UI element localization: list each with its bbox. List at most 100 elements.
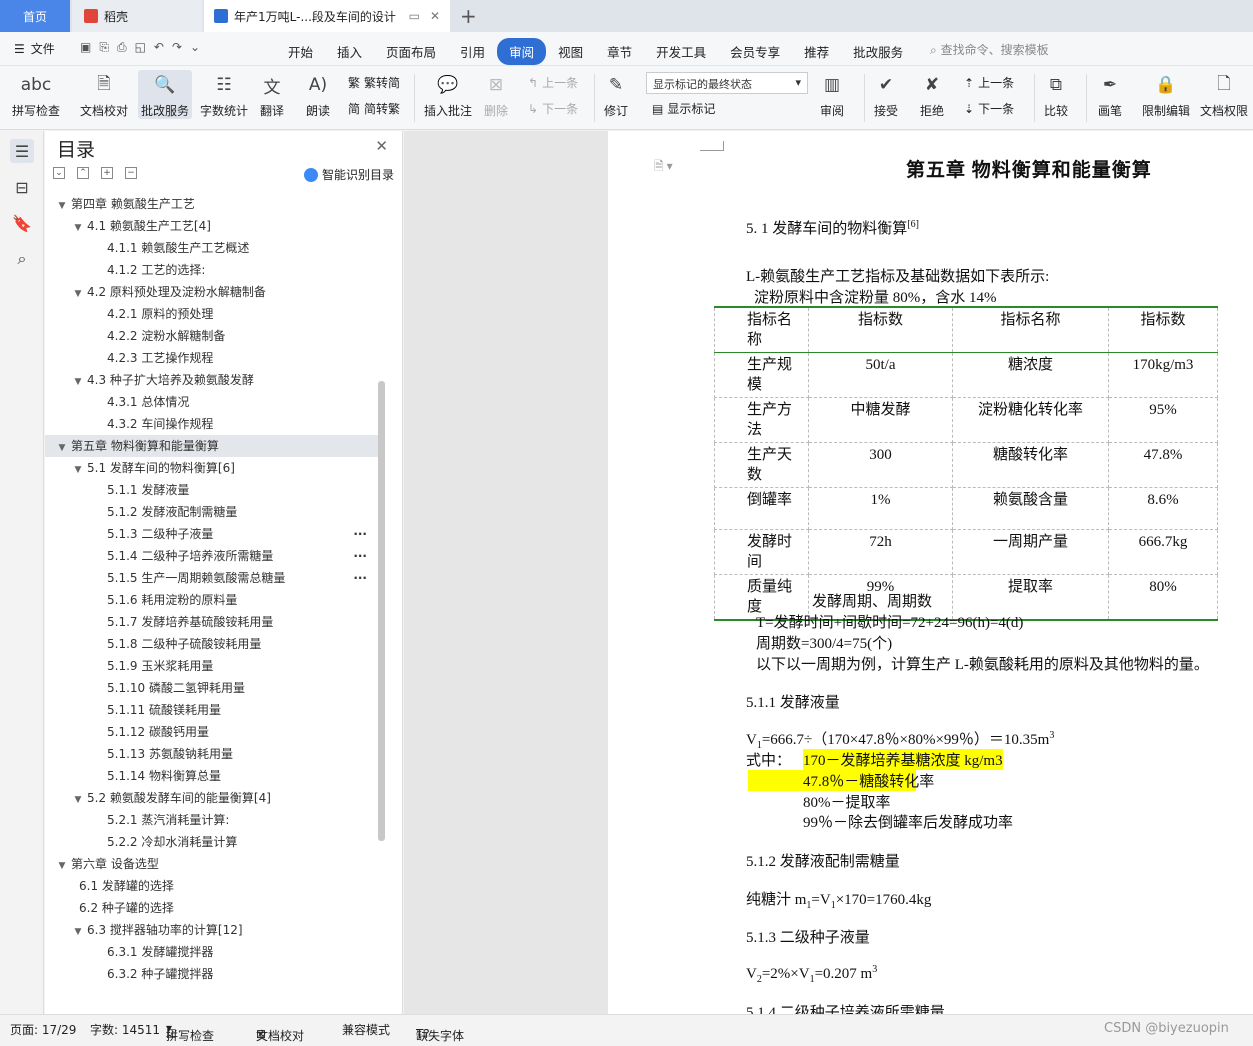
ribbon-tab[interactable]: 批改服务 xyxy=(841,38,915,65)
toc-item[interactable]: 5.1.8 二级种子硫酸铵耗用量 xyxy=(45,633,385,655)
chevron-down-icon[interactable]: ▼ xyxy=(55,855,69,877)
status-spell-check[interactable]: ☑ 拼写检查 ▾ xyxy=(166,1021,214,1043)
toc-item[interactable]: 6.3.1 发酵罐搅拌器 xyxy=(45,941,385,963)
chevron-down-icon[interactable]: ▼ xyxy=(71,789,85,811)
tab-home[interactable]: 首页 xyxy=(0,0,70,32)
chapter-nav-icon[interactable]: ⊟ xyxy=(10,175,34,199)
toc-item[interactable]: 5.1.13 苏氨酸钠耗用量 xyxy=(45,743,385,765)
tab-document[interactable]: 年产1万吨L-...段及车间的设计 ▭ ✕ xyxy=(204,0,450,32)
show-markup-button[interactable]: ▤ 显示标记 xyxy=(652,100,715,117)
restrict-edit-button[interactable]: 🔒 限制编辑 xyxy=(1142,70,1190,119)
toc-item[interactable]: 4.1.2 工艺的选择: xyxy=(45,259,385,281)
read-aloud-button[interactable]: A) 朗读 xyxy=(304,70,332,119)
print-icon[interactable]: ⎙ xyxy=(117,40,127,55)
remove-icon[interactable]: − xyxy=(125,167,137,179)
command-search[interactable]: ⌕ 查找命令、搜索模板 xyxy=(930,41,1049,58)
compare-button[interactable]: ⧉ 比较 xyxy=(1042,70,1070,119)
delete-comment-button[interactable]: ⊠ 删除 xyxy=(482,70,510,119)
page-indicator[interactable]: 页面: 17/29 xyxy=(10,1021,76,1038)
prev-comment-button[interactable]: ↰ 上一条 xyxy=(528,74,578,91)
word-count-indicator[interactable]: 字数: 14511 xyxy=(90,1021,160,1038)
toc-item[interactable]: 6.1 发酵罐的选择 xyxy=(45,875,385,897)
close-icon[interactable]: ✕ xyxy=(430,9,440,23)
undo-icon[interactable]: ↶ xyxy=(154,40,164,55)
chevron-down-icon[interactable]: ▼ xyxy=(71,371,85,393)
toc-item[interactable]: 5.2.1 蒸汽消耗量计算: xyxy=(45,809,385,831)
spell-check-button[interactable]: abc 拼写检查 xyxy=(12,70,60,119)
to-traditional-button[interactable]: 繁繁转简 xyxy=(348,74,400,91)
search-icon[interactable]: ⌕ xyxy=(10,247,34,271)
toc-item[interactable]: 4.2.3 工艺操作规程 xyxy=(45,347,385,369)
toc-item[interactable]: ▼ 第六章 设备选型 xyxy=(45,853,385,875)
preview-icon[interactable]: ◱ xyxy=(135,40,146,55)
toc-item[interactable]: ▼ 第四章 赖氨酸生产工艺 xyxy=(45,193,385,215)
correct-service-button[interactable]: 🔍 批改服务 xyxy=(138,70,192,119)
chevron-down-icon[interactable]: ▼ xyxy=(71,283,85,305)
toc-item[interactable]: 4.2.1 原料的预处理 xyxy=(45,303,385,325)
toc-item[interactable]: ▼ 4.1 赖氨酸生产工艺[4] xyxy=(45,215,385,237)
toc-item[interactable]: 4.1.1 赖氨酸生产工艺概述 xyxy=(45,237,385,259)
toc-item[interactable]: ▼ 4.3 种子扩大培养及赖氨酸发酵 xyxy=(45,369,385,391)
reject-button[interactable]: ✘ 拒绝 xyxy=(918,70,946,119)
toc-item[interactable]: ▼ 5.1 发酵车间的物料衡算[6] xyxy=(45,457,385,479)
toc-item[interactable]: 5.1.11 硫酸镁耗用量 xyxy=(45,699,385,721)
insert-comment-button[interactable]: 💬 插入批注 xyxy=(424,70,472,119)
toc-item[interactable]: 4.3.2 车间操作规程 xyxy=(45,413,385,435)
page-icon[interactable]: 🗎 ▾ xyxy=(654,157,673,178)
more-icon[interactable]: ··· xyxy=(353,567,367,589)
chevron-down-icon[interactable]: ▼ xyxy=(55,437,69,459)
save-icon[interactable]: ▣ xyxy=(80,40,91,55)
toc-item[interactable]: ▼ 4.2 原料预处理及淀粉水解糖制备 xyxy=(45,281,385,303)
chevron-down-icon[interactable]: ▼ xyxy=(55,195,69,217)
more-icon[interactable]: ··· xyxy=(353,545,367,567)
ribbon-tab[interactable]: 会员专享 xyxy=(718,38,792,65)
toc-item[interactable]: 5.2.2 冷却水消耗量计算 xyxy=(45,831,385,853)
add-icon[interactable]: + xyxy=(101,167,113,179)
revise-button[interactable]: ✎ 修订 xyxy=(602,70,630,119)
toc-scrollbar[interactable] xyxy=(378,381,385,841)
doc-permission-button[interactable]: 🗋 文档权限 xyxy=(1200,70,1248,119)
tab-docer[interactable]: 稻壳 xyxy=(72,0,202,32)
ribbon-tab[interactable]: 章节 xyxy=(595,38,644,65)
collapse-icon[interactable]: ⌄ xyxy=(53,167,65,179)
bookmark-icon[interactable]: 🔖 xyxy=(10,211,34,235)
chevron-down-icon[interactable]: ▼ xyxy=(71,921,85,943)
accept-button[interactable]: ✔ 接受 xyxy=(872,70,900,119)
markup-state-select[interactable]: 显示标记的最终状态 ▾ xyxy=(646,72,808,94)
next-change-button[interactable]: ⇣ 下一条 xyxy=(964,100,1014,117)
toc-item[interactable]: 4.2.2 淀粉水解糖制备 xyxy=(45,325,385,347)
screen-icon[interactable]: ▭ xyxy=(409,9,420,23)
ribbon-tab[interactable]: 引用 xyxy=(448,38,497,65)
ribbon-tab[interactable]: 开始 xyxy=(276,38,325,65)
toc-item[interactable]: 5.1.6 耗用淀粉的原料量 xyxy=(45,589,385,611)
chevron-down-icon[interactable]: ⌄ xyxy=(190,40,200,55)
toc-item[interactable]: 5.1.10 磷酸二氢钾耗用量 xyxy=(45,677,385,699)
new-tab-icon[interactable]: + xyxy=(460,4,477,28)
translate-button[interactable]: 文翻译 xyxy=(258,70,286,119)
more-icon[interactable]: ··· xyxy=(353,523,367,545)
chevron-down-icon[interactable]: ▼ xyxy=(71,217,85,239)
toc-item[interactable]: 5.1.1 发酵液量 xyxy=(45,479,385,501)
ribbon-tab[interactable]: 推荐 xyxy=(792,38,841,65)
document-page[interactable]: 🗎 ▾ 第五章 物料衡算和能量衡算 5. 1 发酵车间的物料衡算[6] L-赖氨… xyxy=(608,131,1253,1014)
doc-check-button[interactable]: 🗎 文档校对 xyxy=(80,70,128,119)
ribbon-tab[interactable]: 开发工具 xyxy=(644,38,718,65)
toc-item[interactable]: 5.1.2 发酵液配制需糖量 xyxy=(45,501,385,523)
toc-item[interactable]: 5.1.4 二级种子培养液所需糖量 ··· xyxy=(45,545,385,567)
prev-change-button[interactable]: ⇡ 上一条 xyxy=(964,74,1014,91)
toc-item[interactable]: 5.1.14 物料衡算总量 xyxy=(45,765,385,787)
close-icon[interactable]: ✕ xyxy=(375,137,388,155)
word-count-button[interactable]: ☷ 字数统计 xyxy=(200,70,248,119)
chevron-down-icon[interactable]: ▼ xyxy=(71,459,85,481)
ribbon-tab[interactable]: 插入 xyxy=(325,38,374,65)
review-pane-button[interactable]: ▥ 审阅 xyxy=(818,70,846,119)
toc-item[interactable]: 4.3.1 总体情况 xyxy=(45,391,385,413)
toc-item[interactable]: ▼ 5.2 赖氨酸发酵车间的能量衡算[4] xyxy=(45,787,385,809)
toc-item[interactable]: 6.3.2 种子罐搅拌器 xyxy=(45,963,385,985)
ribbon-tab[interactable]: 视图 xyxy=(546,38,595,65)
file-menu[interactable]: ☰ 文件 xyxy=(14,40,55,57)
toc-item[interactable]: 5.1.7 发酵培养基硫酸铵耗用量 xyxy=(45,611,385,633)
ai-detect-toc-button[interactable]: 智能识别目录 xyxy=(303,166,394,183)
toc-item[interactable]: 5.1.3 二级种子液量 ··· xyxy=(45,523,385,545)
next-comment-button[interactable]: ↳ 下一条 xyxy=(528,100,578,117)
